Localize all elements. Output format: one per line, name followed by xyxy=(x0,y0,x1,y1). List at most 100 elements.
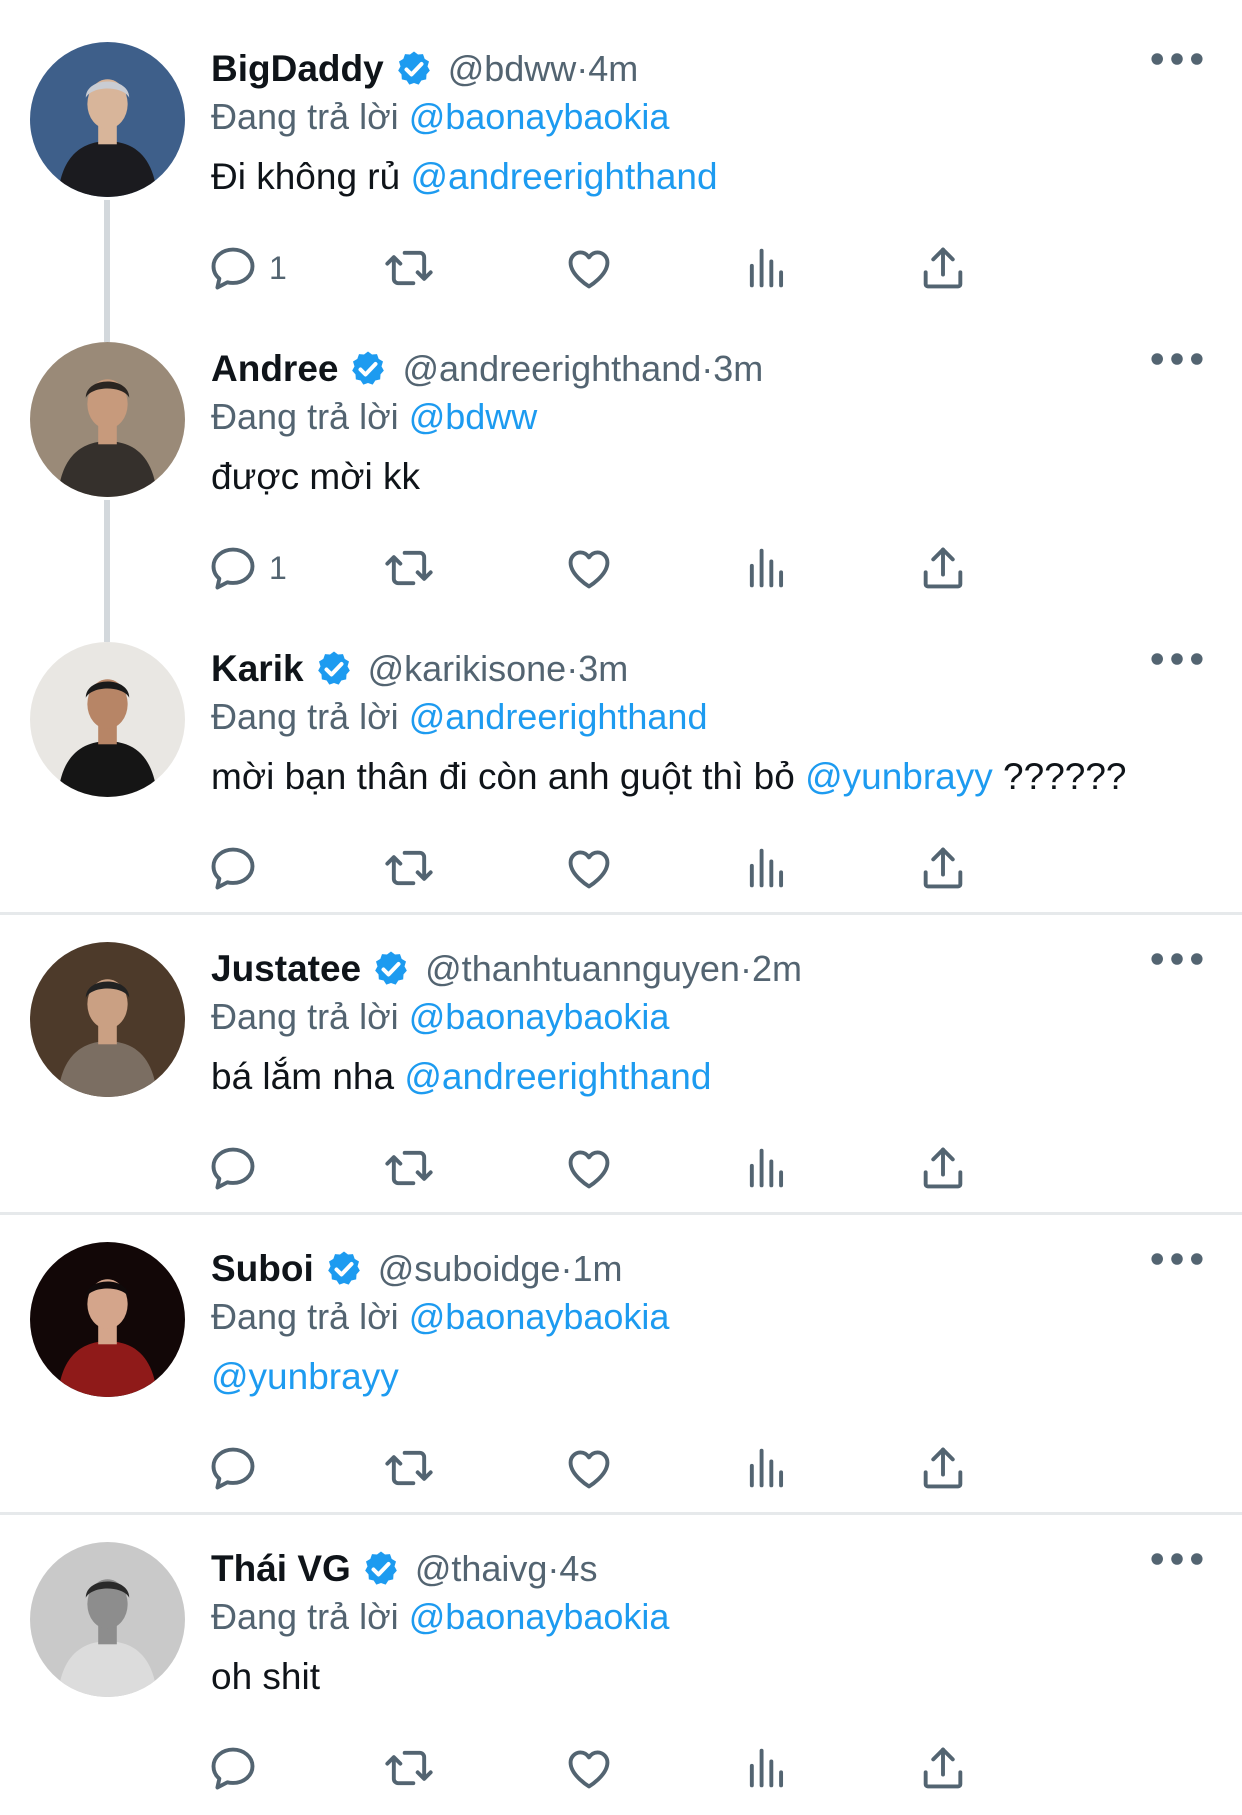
timestamp[interactable]: 3m xyxy=(713,348,763,390)
views-button[interactable] xyxy=(741,1740,793,1796)
retweet-button[interactable] xyxy=(383,1140,435,1196)
like-icon xyxy=(563,1142,615,1194)
username-handle[interactable]: @thanhtuannguyen xyxy=(425,948,740,990)
timestamp[interactable]: 1m xyxy=(572,1248,622,1290)
share-button[interactable] xyxy=(917,540,969,596)
replying-to: Đang trả lời @baonaybaokia xyxy=(211,1296,669,1338)
tweet-mention[interactable]: @andreerighthand xyxy=(411,156,718,197)
tweet-text: được mời kk xyxy=(211,456,420,498)
avatar[interactable] xyxy=(30,1542,185,1697)
tweet-header: Karik @karikisone · 3m xyxy=(211,642,628,696)
retweet-button[interactable] xyxy=(383,240,435,296)
username-handle[interactable]: @suboidge xyxy=(378,1248,561,1290)
reply-button[interactable] xyxy=(207,1440,269,1496)
username-handle[interactable]: @andreerighthand xyxy=(402,348,701,390)
separator-dot: · xyxy=(566,648,579,689)
reply-button[interactable]: 1 xyxy=(207,240,287,296)
views-button[interactable] xyxy=(741,1140,793,1196)
replying-to-mention[interactable]: @baonaybaokia xyxy=(409,996,670,1037)
more-options-icon[interactable] xyxy=(1150,1550,1204,1590)
tweet[interactable]: BigDaddy @bdww · 4m Đang trả lời @baonayba… xyxy=(0,0,1242,300)
timestamp[interactable]: 2m xyxy=(752,948,802,990)
display-name[interactable]: Andree xyxy=(211,348,338,390)
display-name[interactable]: Justatee xyxy=(211,948,361,990)
display-name[interactable]: Thái VG xyxy=(211,1548,351,1590)
replying-to: Đang trả lời @baonaybaokia xyxy=(211,996,669,1038)
views-button[interactable] xyxy=(741,840,793,896)
replying-to-label: Đang trả lời xyxy=(211,96,399,137)
avatar[interactable] xyxy=(30,342,185,497)
retweet-button[interactable] xyxy=(383,540,435,596)
views-button[interactable] xyxy=(741,240,793,296)
reply-button[interactable] xyxy=(207,840,269,896)
timestamp[interactable]: 4m xyxy=(588,48,638,90)
tweet[interactable]: Karik @karikisone · 3m Đang trả lời @andre… xyxy=(0,600,1242,900)
more-options-icon[interactable] xyxy=(1150,950,1204,990)
username-handle[interactable]: @karikisone xyxy=(368,648,567,690)
share-button[interactable] xyxy=(917,1440,969,1496)
display-name[interactable]: Karik xyxy=(211,648,304,690)
tweet-mention[interactable]: @yunbrayy xyxy=(805,756,993,797)
username-handle[interactable]: @thaivg xyxy=(415,1548,548,1590)
retweet-button[interactable] xyxy=(383,1740,435,1796)
like-button[interactable] xyxy=(563,540,615,596)
tweet[interactable]: Andree @andreerighthand · 3m Đang trả lời … xyxy=(0,300,1242,600)
replying-to-label: Đang trả lời xyxy=(211,696,399,737)
retweet-button[interactable] xyxy=(383,1440,435,1496)
share-button[interactable] xyxy=(917,240,969,296)
views-button[interactable] xyxy=(741,1440,793,1496)
avatar[interactable] xyxy=(30,42,185,197)
replying-to-mention[interactable]: @baonaybaokia xyxy=(409,1596,670,1637)
tweet[interactable]: Thái VG @thaivg · 4s Đang trả lời @baonayb… xyxy=(0,1500,1242,1800)
like-icon xyxy=(563,542,615,594)
verified-badge-icon xyxy=(384,49,448,89)
share-button[interactable] xyxy=(917,1740,969,1796)
like-button[interactable] xyxy=(563,240,615,296)
display-name[interactable]: BigDaddy xyxy=(211,48,384,90)
more-options-icon[interactable] xyxy=(1150,1250,1204,1290)
replying-to-mention[interactable]: @andreerighthand xyxy=(409,696,708,737)
like-button[interactable] xyxy=(563,1440,615,1496)
retweet-icon xyxy=(383,1442,435,1494)
like-button[interactable] xyxy=(563,1140,615,1196)
separator-dot: · xyxy=(560,1248,573,1289)
tweet-text: Đi không rủ @andreerighthand xyxy=(211,156,718,198)
share-button[interactable] xyxy=(917,1140,969,1196)
tweet-text-content: oh shit xyxy=(211,1656,321,1697)
avatar[interactable] xyxy=(30,1242,185,1397)
more-options-icon[interactable] xyxy=(1150,50,1204,90)
more-options-icon[interactable] xyxy=(1150,650,1204,690)
like-button[interactable] xyxy=(563,1740,615,1796)
reply-button[interactable] xyxy=(207,1140,269,1196)
reply-button[interactable] xyxy=(207,1740,269,1796)
views-icon xyxy=(741,542,793,594)
timestamp[interactable]: 4s xyxy=(559,1548,597,1590)
tweet-mention[interactable]: @yunbrayy xyxy=(211,1356,399,1397)
share-icon xyxy=(917,1142,969,1194)
share-button[interactable] xyxy=(917,840,969,896)
retweet-button[interactable] xyxy=(383,840,435,896)
share-icon xyxy=(917,1742,969,1794)
views-button[interactable] xyxy=(741,540,793,596)
tweet[interactable]: Suboi @suboidge · 1m Đang trả lời @baonayb… xyxy=(0,1200,1242,1500)
like-button[interactable] xyxy=(563,840,615,896)
timestamp[interactable]: 3m xyxy=(578,648,628,690)
tweet[interactable]: Justatee @thanhtuannguyen · 2m Đang trả lờ… xyxy=(0,900,1242,1200)
more-options-icon[interactable] xyxy=(1150,350,1204,390)
tweet-mention[interactable]: @andreerighthand xyxy=(404,1056,711,1097)
replying-to: Đang trả lời @baonaybaokia xyxy=(211,1596,669,1638)
action-bar xyxy=(211,1740,1111,1796)
reply-button[interactable]: 1 xyxy=(207,540,287,596)
reply-icon xyxy=(207,1142,259,1194)
username-handle[interactable]: @bdww xyxy=(448,48,577,90)
avatar[interactable] xyxy=(30,642,185,797)
reply-icon xyxy=(207,1442,259,1494)
display-name[interactable]: Suboi xyxy=(211,1248,314,1290)
replying-to-mention[interactable]: @baonaybaokia xyxy=(409,96,670,137)
avatar[interactable] xyxy=(30,942,185,1097)
reply-icon xyxy=(207,842,259,894)
replying-to-mention[interactable]: @bdww xyxy=(409,396,538,437)
replying-to-mention[interactable]: @baonaybaokia xyxy=(409,1296,670,1337)
retweet-icon xyxy=(383,242,435,294)
views-icon xyxy=(741,1442,793,1494)
